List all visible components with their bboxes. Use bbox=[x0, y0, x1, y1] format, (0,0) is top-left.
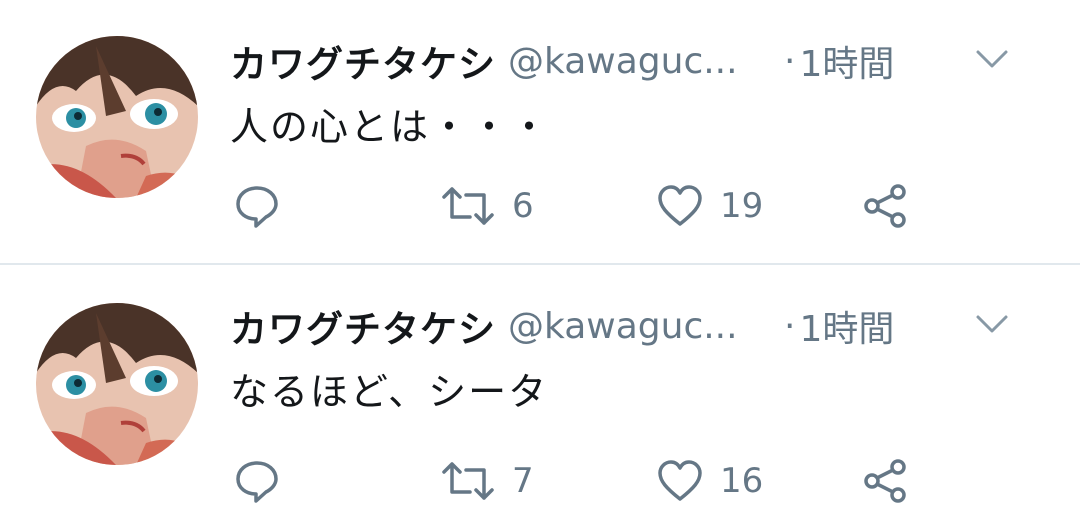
avatar[interactable] bbox=[36, 36, 198, 198]
retweet-icon bbox=[442, 462, 494, 500]
share-icon bbox=[864, 184, 906, 228]
reply-button[interactable] bbox=[234, 178, 280, 234]
reply-button[interactable] bbox=[234, 453, 280, 509]
like-count: 16 bbox=[720, 461, 764, 501]
like-button[interactable]: 19 bbox=[656, 178, 763, 234]
display-name[interactable]: カワグチタケシ bbox=[230, 299, 496, 353]
like-icon bbox=[658, 460, 702, 501]
share-button[interactable] bbox=[862, 453, 910, 509]
tweet[interactable]: カワグチタケシ @kawaguc... · 1時間 なるほど、シータ 7 16 bbox=[0, 265, 1080, 525]
handle[interactable]: @kawaguc... bbox=[508, 306, 756, 347]
tweet-header: カワグチタケシ @kawaguc... · 1時間 bbox=[230, 300, 1050, 352]
retweet-icon bbox=[442, 187, 494, 225]
action-bar: 7 16 bbox=[230, 453, 950, 509]
like-icon bbox=[658, 185, 702, 226]
display-name[interactable]: カワグチタケシ bbox=[230, 34, 496, 88]
tweet-text: なるほど、シータ bbox=[230, 370, 549, 414]
share-button[interactable] bbox=[862, 178, 910, 234]
chevron-down-icon[interactable] bbox=[974, 309, 1010, 339]
retweet-count: 6 bbox=[512, 186, 534, 226]
avatar[interactable] bbox=[36, 303, 198, 465]
retweet-count: 7 bbox=[512, 461, 534, 501]
tweet[interactable]: カワグチタケシ @kawaguc... · 1時間 人の心とは・・・ 6 19 bbox=[0, 0, 1080, 265]
retweet-button[interactable]: 6 bbox=[440, 178, 534, 234]
tweet-header: カワグチタケシ @kawaguc... · 1時間 bbox=[230, 35, 1050, 87]
timestamp[interactable]: 1時間 bbox=[799, 35, 894, 87]
separator: · bbox=[784, 40, 796, 82]
like-count: 19 bbox=[720, 186, 764, 226]
timestamp[interactable]: 1時間 bbox=[799, 300, 894, 352]
like-button[interactable]: 16 bbox=[656, 453, 763, 509]
reply-icon bbox=[236, 461, 278, 503]
handle[interactable]: @kawaguc... bbox=[508, 41, 756, 82]
chevron-down-icon[interactable] bbox=[974, 44, 1010, 74]
reply-icon bbox=[236, 186, 278, 228]
retweet-button[interactable]: 7 bbox=[440, 453, 534, 509]
tweet-text: 人の心とは・・・ bbox=[230, 105, 551, 149]
share-icon bbox=[864, 459, 906, 503]
action-bar: 6 19 bbox=[230, 178, 950, 234]
separator: · bbox=[784, 305, 796, 347]
